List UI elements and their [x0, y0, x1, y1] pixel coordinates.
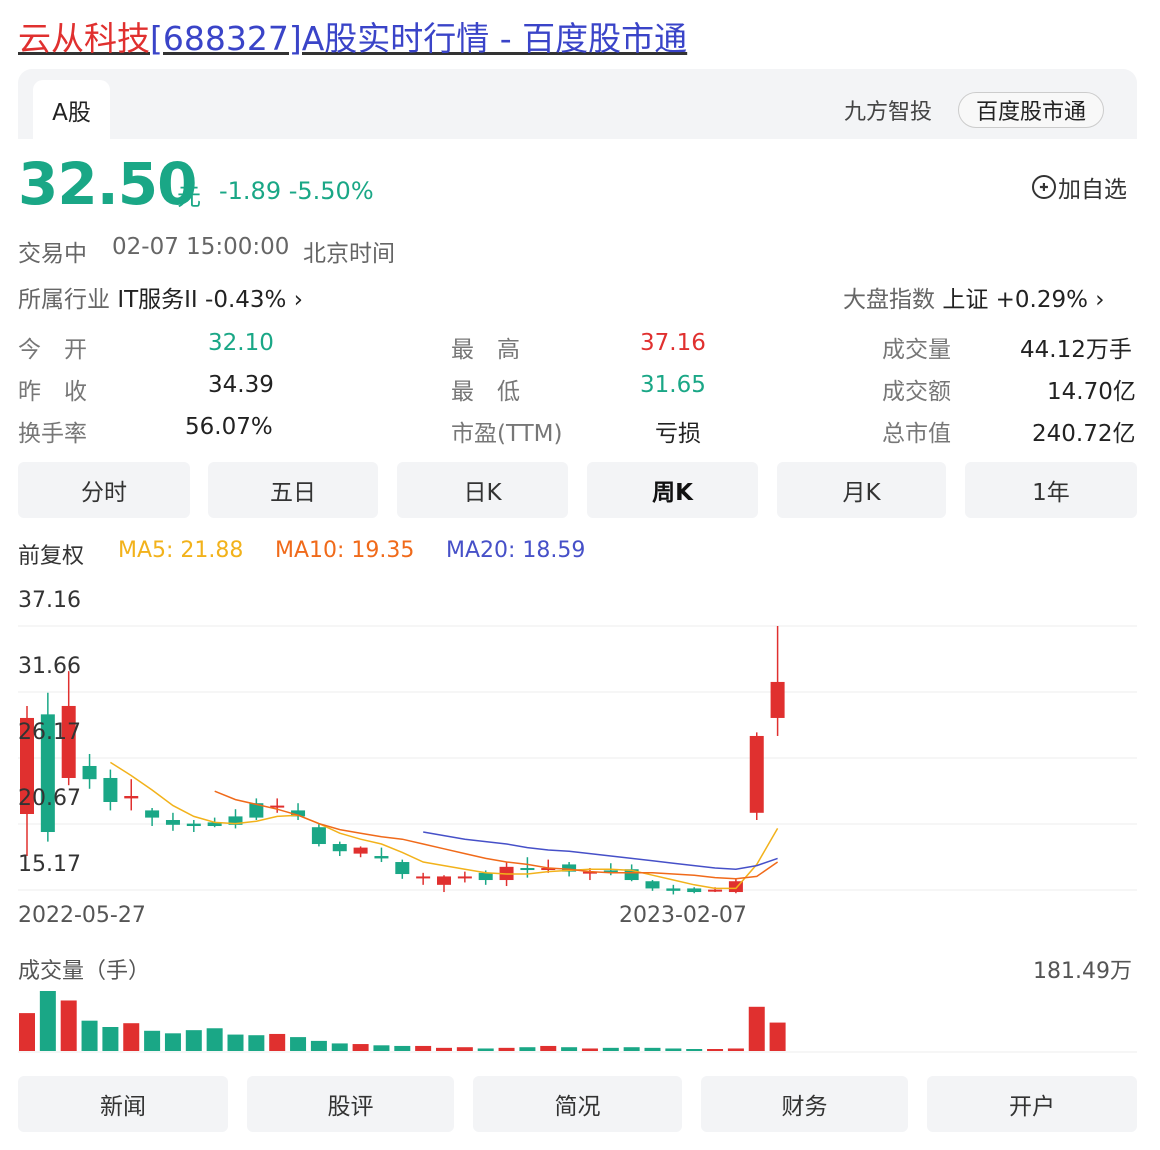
y-tick: 31.66: [18, 654, 81, 679]
x-tick-end: 2023-02-07: [619, 903, 747, 928]
volume-bar: [644, 1047, 661, 1051]
volume-bar: [227, 1034, 244, 1051]
volume-bar: [123, 1023, 140, 1051]
volume-bar: [373, 1045, 390, 1051]
candle-body: [520, 868, 535, 871]
volume-bar: [185, 1030, 202, 1051]
volume-bar: [144, 1030, 161, 1051]
volume-bar: [331, 1043, 348, 1051]
candle-body: [332, 844, 347, 852]
volume-bar: [769, 1022, 786, 1051]
volume-bar: [498, 1047, 515, 1051]
y-tick: 37.16: [18, 588, 81, 613]
candle-body: [478, 872, 493, 881]
candle-body: [374, 856, 389, 859]
candle-body: [416, 876, 431, 879]
candle-body: [770, 681, 785, 718]
candle-body: [311, 827, 326, 845]
volume-bar: [394, 1045, 411, 1051]
tab-profile[interactable]: 简况: [473, 1076, 682, 1132]
volume-bar: [269, 1033, 286, 1051]
volume-bar: [310, 1040, 327, 1051]
volume-bar: [248, 1035, 265, 1051]
candle-body: [645, 881, 660, 889]
volume-bar: [456, 1047, 473, 1051]
candle-body: [145, 810, 160, 818]
y-tick: 15.17: [18, 852, 81, 877]
volume-bar: [81, 1020, 98, 1051]
volume-bar: [415, 1045, 432, 1051]
kline-chart[interactable]: [0, 0, 1160, 1150]
candle-body: [666, 888, 681, 891]
candle-body: [124, 795, 139, 799]
volume-max: 181.49万: [1033, 959, 1132, 984]
volume-bar: [164, 1033, 181, 1051]
volume-bar: [19, 1013, 35, 1051]
volume-bar: [540, 1045, 557, 1051]
candle-body: [395, 862, 410, 875]
tab-open-account[interactable]: 开户: [927, 1076, 1137, 1132]
volume-bar: [665, 1048, 682, 1051]
y-tick: 20.67: [18, 786, 81, 811]
candle-body: [165, 820, 180, 825]
volume-bar: [707, 1049, 724, 1051]
tab-finance[interactable]: 财务: [701, 1076, 908, 1132]
volume-bar: [748, 1006, 765, 1051]
volume-bar: [623, 1047, 640, 1051]
x-tick-start: 2022-05-27: [18, 903, 146, 928]
candle-body: [353, 847, 368, 854]
volume-label: 成交量（手）: [18, 959, 151, 984]
candle-body: [103, 777, 118, 802]
y-tick: 26.17: [18, 720, 81, 745]
volume-bar: [477, 1048, 494, 1051]
tab-news[interactable]: 新闻: [18, 1076, 228, 1132]
volume-bar: [436, 1047, 452, 1051]
volume-bar: [519, 1047, 536, 1051]
volume-bar: [581, 1048, 598, 1051]
volume-bar: [727, 1048, 744, 1051]
volume-bar: [602, 1047, 619, 1051]
candle-body: [82, 765, 97, 780]
volume-bar: [206, 1028, 223, 1051]
volume-bar: [686, 1049, 703, 1051]
ma20-line: [423, 831, 778, 870]
volume-bar: [102, 1027, 119, 1051]
candle-body: [457, 876, 472, 879]
volume-bar: [352, 1044, 369, 1051]
volume-bar: [39, 991, 56, 1051]
volume-bar: [290, 1037, 307, 1051]
candle-body: [186, 823, 201, 827]
candle-body: [749, 735, 764, 813]
candle-body: [437, 876, 451, 885]
volume-bar: [60, 1000, 77, 1051]
volume-bar: [561, 1047, 578, 1051]
candle-body: [708, 889, 723, 892]
tab-comments[interactable]: 股评: [247, 1076, 454, 1132]
candle-body: [687, 888, 702, 893]
